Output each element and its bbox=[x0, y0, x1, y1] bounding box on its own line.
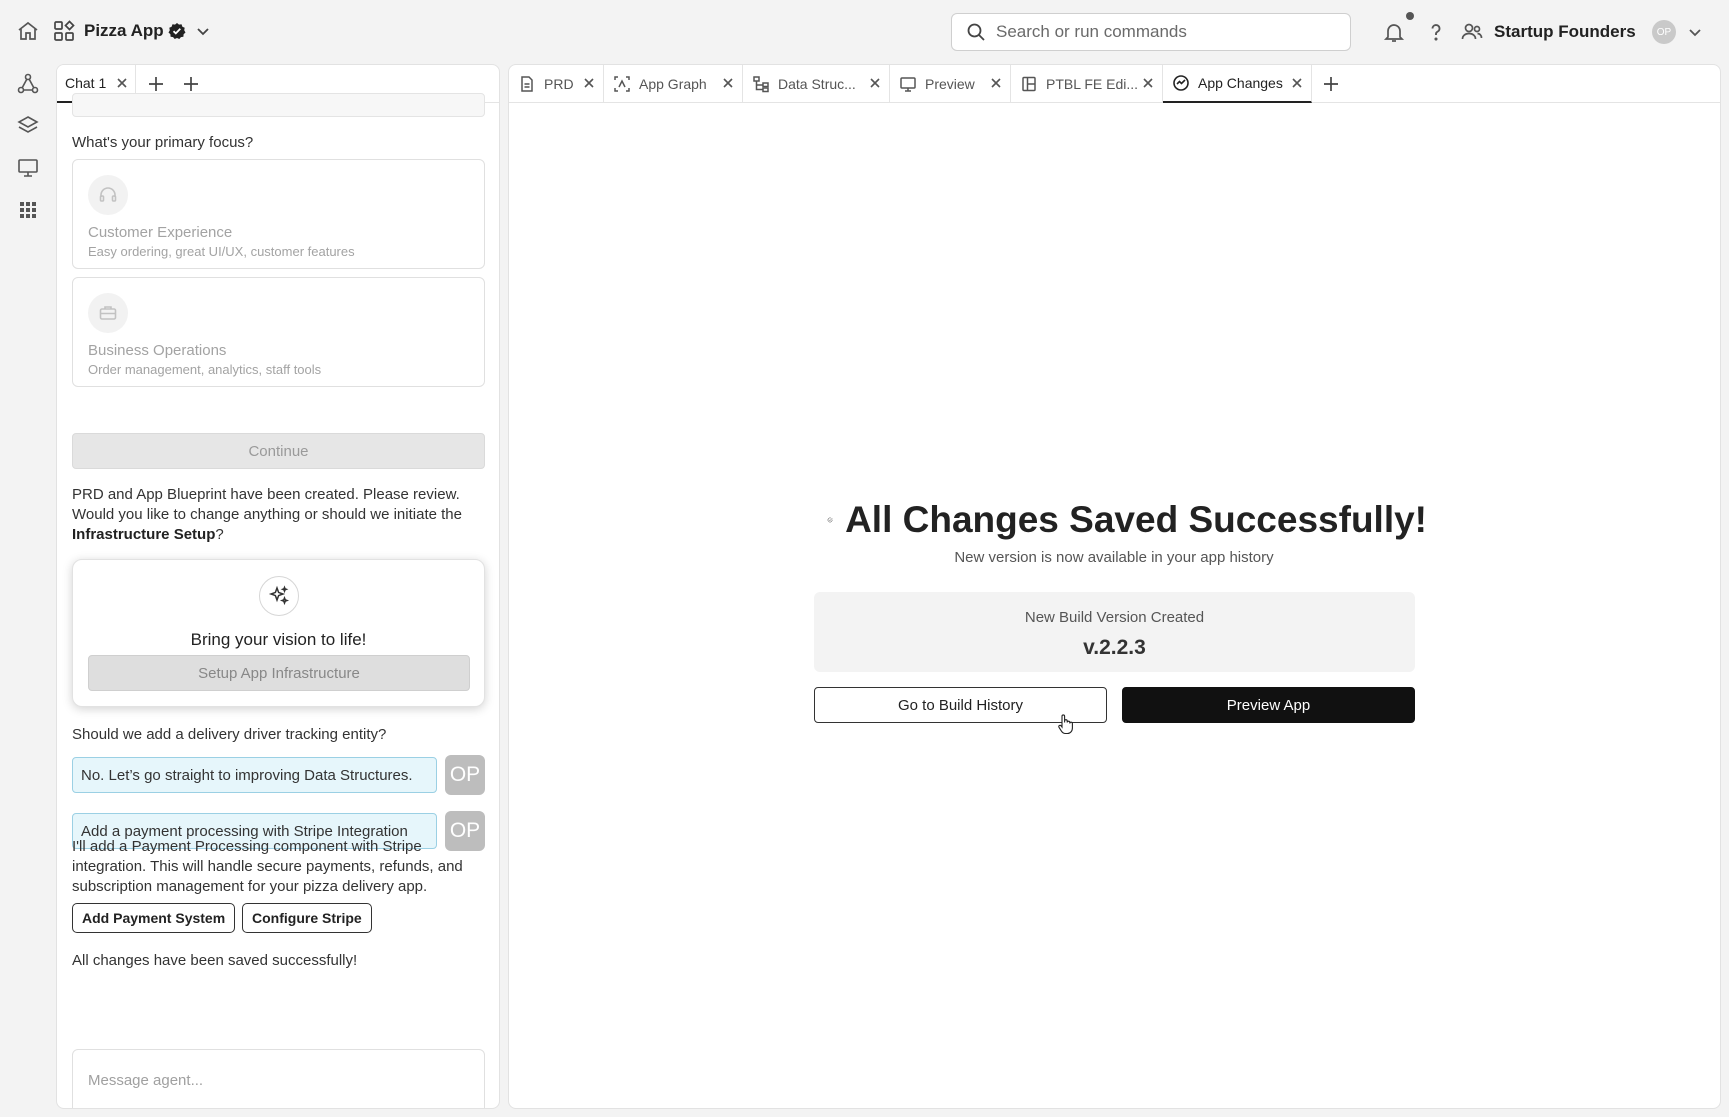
hierarchy-icon bbox=[753, 76, 769, 93]
command-search[interactable] bbox=[951, 13, 1351, 51]
focus-question: What's your primary focus? bbox=[72, 134, 254, 151]
chat-tab-label: Chat 1 bbox=[65, 75, 107, 91]
user-avatar-badge: OP bbox=[445, 755, 485, 795]
add-tab-icon[interactable] bbox=[1322, 75, 1340, 93]
avatar[interactable]: OP bbox=[1652, 20, 1676, 44]
headset-icon bbox=[88, 175, 128, 215]
workspace-panel: PRD App Graph Data Struc... Preview PTBL… bbox=[508, 64, 1721, 1109]
document-icon bbox=[521, 76, 533, 92]
help-icon[interactable] bbox=[1424, 20, 1448, 44]
tab-ptbl-fe-editor[interactable]: PTBL FE Edi... bbox=[1011, 65, 1163, 103]
message-composer bbox=[72, 1049, 485, 1108]
add-payment-system-button[interactable]: Add Payment System bbox=[72, 903, 236, 933]
top-bar: Pizza App Startup Founders OP bbox=[0, 0, 1729, 62]
preview-app-button[interactable]: Preview App bbox=[1122, 687, 1415, 723]
monitor-icon bbox=[900, 77, 916, 92]
close-icon[interactable] bbox=[869, 77, 881, 89]
verified-badge-icon bbox=[168, 22, 186, 40]
graph-frame-icon bbox=[614, 76, 630, 92]
team-name: Startup Founders bbox=[1494, 22, 1636, 41]
success-title: All Changes Saved Successfully! bbox=[845, 499, 1427, 540]
team-switcher[interactable]: Startup Founders bbox=[1460, 20, 1636, 44]
changes-icon bbox=[1173, 75, 1189, 91]
build-version: v.2.2.3 bbox=[1083, 636, 1146, 659]
chat-panel: Chat 1 What's your primary focus? Custom… bbox=[56, 64, 500, 1109]
search-icon bbox=[967, 23, 985, 41]
bell-icon[interactable] bbox=[1382, 20, 1406, 44]
option-title: Customer Experience bbox=[88, 224, 233, 241]
close-icon[interactable] bbox=[583, 77, 595, 89]
tab-prd[interactable]: PRD bbox=[509, 65, 604, 103]
layout-icon bbox=[1022, 76, 1036, 92]
app-grid-icon bbox=[53, 20, 75, 42]
tab-data-structures[interactable]: Data Struc... bbox=[743, 65, 890, 103]
close-icon[interactable] bbox=[1142, 77, 1154, 89]
sparkle-icon bbox=[259, 576, 299, 616]
build-label: New Build Version Created bbox=[1024, 609, 1205, 626]
tab-label: PRD bbox=[544, 76, 574, 92]
layers-icon[interactable] bbox=[16, 114, 40, 138]
tab-label: App Changes bbox=[1198, 75, 1283, 91]
close-icon[interactable] bbox=[722, 77, 734, 89]
check-circle-icon bbox=[827, 517, 833, 523]
prd-text-part: PRD and App Blueprint have been created.… bbox=[72, 486, 462, 523]
option-business-operations[interactable]: Business Operations Order management, an… bbox=[72, 277, 485, 387]
search-input[interactable] bbox=[996, 22, 1316, 42]
infrastructure-card: Bring your vision to life! Setup App Inf… bbox=[72, 559, 485, 707]
tab-app-changes[interactable]: App Changes bbox=[1163, 65, 1312, 103]
infra-card-title: Bring your vision to life! bbox=[190, 630, 367, 649]
home-icon[interactable] bbox=[16, 19, 40, 43]
new-tab-icon[interactable] bbox=[182, 75, 200, 93]
briefcase-icon bbox=[88, 293, 128, 333]
tab-preview[interactable]: Preview bbox=[890, 65, 1011, 103]
tab-label: App Graph bbox=[639, 76, 707, 92]
success-subtitle: New version is now available in your app… bbox=[954, 549, 1274, 566]
close-icon[interactable] bbox=[1291, 77, 1303, 89]
agent-reply: I'll add a Payment Processing component … bbox=[72, 838, 463, 895]
infrastructure-setup-link: Infrastructure Setup bbox=[72, 526, 216, 543]
tab-label: PTBL FE Edi... bbox=[1046, 76, 1139, 92]
build-version-card: New Build Version Created v.2.2.3 bbox=[814, 592, 1415, 672]
tab-app-graph[interactable]: App Graph bbox=[604, 65, 743, 103]
apps-grid-icon[interactable] bbox=[16, 198, 40, 222]
app-name[interactable]: Pizza App bbox=[84, 20, 164, 42]
close-icon[interactable] bbox=[990, 77, 1002, 89]
option-description: Easy ordering, great UI/UX, customer fea… bbox=[88, 244, 355, 259]
option-description: Order management, analytics, staff tools bbox=[88, 362, 322, 377]
message-input[interactable] bbox=[73, 1050, 484, 1108]
team-icon bbox=[1461, 23, 1483, 40]
success-heading: All Changes Saved Successfully! bbox=[827, 499, 1427, 541]
saved-message: All changes have been saved successfully… bbox=[72, 952, 358, 969]
continue-button[interactable]: Continue bbox=[72, 433, 485, 469]
setup-infrastructure-button[interactable]: Setup App Infrastructure bbox=[88, 655, 470, 691]
monitor-icon[interactable] bbox=[16, 156, 40, 180]
close-icon[interactable] bbox=[116, 77, 128, 89]
chat-messages[interactable]: What's your primary focus? Customer Expe… bbox=[57, 93, 499, 1108]
avatar-chevron-down-icon[interactable] bbox=[1686, 23, 1704, 41]
tab-label: Data Struc... bbox=[778, 76, 856, 92]
tab-label: Preview bbox=[925, 76, 975, 92]
cut-off-option bbox=[72, 93, 485, 117]
user-message: No. Let’s go straight to improving Data … bbox=[72, 757, 437, 793]
prd-created-message: PRD and App Blueprint have been created.… bbox=[72, 485, 485, 545]
notification-dot bbox=[1406, 12, 1414, 20]
prd-text-end: ? bbox=[215, 526, 224, 543]
graph-nodes-icon[interactable] bbox=[16, 72, 40, 96]
chevron-down-icon[interactable] bbox=[194, 22, 212, 40]
workspace-tab-bar: PRD App Graph Data Struc... Preview PTBL… bbox=[509, 65, 1720, 103]
add-chat-icon[interactable] bbox=[147, 75, 165, 93]
option-customer-experience[interactable]: Customer Experience Easy ordering, great… bbox=[72, 159, 485, 269]
driver-question: Should we add a delivery driver tracking… bbox=[72, 726, 387, 743]
configure-stripe-button[interactable]: Configure Stripe bbox=[242, 903, 372, 933]
go-to-build-history-button[interactable]: Go to Build History bbox=[814, 687, 1107, 723]
option-title: Business Operations bbox=[88, 342, 227, 359]
